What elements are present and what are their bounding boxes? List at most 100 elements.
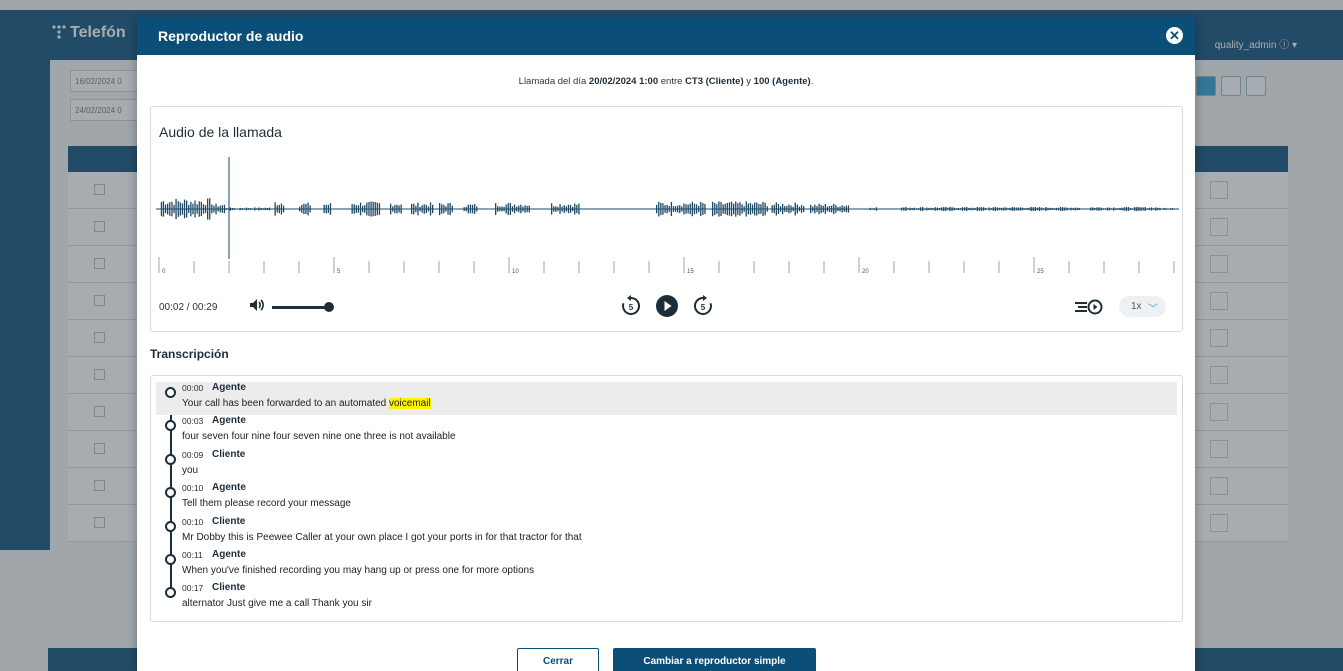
- waveform-bar: [368, 202, 370, 216]
- waveform-bar: [800, 205, 803, 213]
- entry-text: Tell them please record your message: [182, 498, 351, 510]
- transcript-entry[interactable]: 00:17 Cliente alternator Just give me a ca…: [156, 582, 1177, 615]
- audio-title: Audio de la llamada: [159, 124, 282, 140]
- waveform-bar: [392, 206, 394, 212]
- close-icon[interactable]: ✕: [1166, 27, 1183, 44]
- play-icon[interactable]: [655, 294, 679, 318]
- waveform-bar: [664, 205, 666, 213]
- waveform-bar: [693, 203, 696, 215]
- waveform[interactable]: 0 5 10 15 20 25: [156, 157, 1179, 287]
- waveform-bar: [439, 203, 441, 216]
- transcript-entry[interactable]: 00:00 Agente Your call has been forwarded …: [156, 382, 1177, 415]
- waveform-bar: [1100, 207, 1102, 211]
- svg-text:5: 5: [629, 303, 634, 312]
- waveform-bar: [968, 207, 970, 211]
- waveform-bar: [441, 204, 443, 214]
- waveform-bar: [788, 204, 790, 214]
- waveform-bar: [254, 207, 256, 211]
- switch-simple-player-button[interactable]: Cambiar a reproductor simple: [613, 648, 816, 671]
- timeline-label: 0: [162, 269, 166, 275]
- waveform-bar: [901, 207, 903, 211]
- entry-time[interactable]: 00:03: [182, 416, 203, 426]
- waveform-bar: [245, 207, 248, 211]
- waveform-bar: [204, 205, 207, 213]
- waveform-bar: [976, 206, 978, 212]
- transcript-entry[interactable]: 00:03 Agente four seven four nine four sev…: [156, 415, 1177, 448]
- waveform-bar: [1113, 207, 1115, 211]
- waveform-bar: [689, 203, 691, 215]
- waveform-bar: [309, 205, 311, 213]
- volume-knob[interactable]: [324, 302, 334, 312]
- waveform-bar: [474, 204, 476, 214]
- entry-text: Mr Dobby this is Peewee Caller at your o…: [182, 531, 582, 543]
- waveform-bar: [917, 208, 920, 210]
- waveform-bar: [1140, 207, 1142, 211]
- waveform-bar: [413, 203, 415, 215]
- waveform-bar: [1015, 207, 1018, 211]
- waveform-bar: [961, 207, 964, 211]
- entry-speaker: Agente: [212, 482, 246, 494]
- waveform-bar: [190, 201, 192, 217]
- timeline-dot: [165, 554, 176, 565]
- waveform-bar: [928, 207, 930, 211]
- waveform-bar: [996, 207, 999, 211]
- waveform-bar: [1121, 207, 1123, 211]
- waveform-bar: [751, 204, 754, 214]
- waveform-bar: [1153, 208, 1155, 210]
- waveform-bar: [1117, 208, 1119, 210]
- waveform-bar: [329, 203, 332, 215]
- waveform-bar: [1047, 207, 1049, 211]
- waveform-bar: [1059, 206, 1062, 212]
- waveform-bar: [691, 201, 693, 217]
- waveform-bar: [1062, 207, 1064, 211]
- transcript-entry[interactable]: 00:09 Cliente you: [156, 449, 1177, 482]
- rewind-5-icon[interactable]: 5: [619, 294, 643, 318]
- waveform-bar: [782, 203, 784, 215]
- waveform-bar: [307, 202, 309, 216]
- playback-speed-icon[interactable]: [1075, 299, 1105, 315]
- waveform-bar: [685, 204, 687, 214]
- waveform-bar: [503, 206, 505, 212]
- waveform-bar: [200, 201, 202, 217]
- waveform-bar: [241, 208, 243, 210]
- waveform-bar: [1104, 208, 1106, 210]
- waveform-bar: [443, 204, 445, 214]
- speed-select[interactable]: 1x ﹀: [1119, 296, 1166, 317]
- waveform-bar: [666, 204, 668, 214]
- waveform-bar: [198, 201, 200, 217]
- entry-time[interactable]: 00:00: [182, 383, 203, 393]
- waveform-bar: [754, 202, 756, 216]
- forward-5-icon[interactable]: 5: [691, 294, 715, 318]
- waveform-bar: [775, 202, 777, 216]
- waveform-bar: [803, 206, 805, 212]
- waveform-bar: [476, 206, 478, 212]
- entry-text: four seven four nine four seven nine one…: [182, 431, 456, 443]
- waveform-bar: [1017, 207, 1020, 211]
- waveform-bar: [1072, 208, 1074, 210]
- entry-time[interactable]: 00:09: [182, 450, 203, 460]
- waveform-bar: [760, 204, 762, 214]
- transcript-entry[interactable]: 00:10 Cliente Mr Dobby this is Peewee Call…: [156, 516, 1177, 549]
- waveform-bar: [1036, 207, 1039, 211]
- volume-icon[interactable]: [248, 296, 266, 314]
- entry-time[interactable]: 00:10: [182, 483, 203, 493]
- time-readout: 00:02 / 00:29: [159, 302, 218, 313]
- transcript-entry[interactable]: 00:10 Agente Tell them please record your …: [156, 482, 1177, 515]
- waveform-bar: [221, 205, 223, 213]
- waveform-bar: [843, 206, 845, 212]
- waveform-bar: [471, 204, 474, 214]
- waveform-bar: [756, 202, 758, 216]
- waveform-bar: [930, 207, 932, 211]
- entry-time[interactable]: 00:10: [182, 517, 203, 527]
- entry-time[interactable]: 00:11: [182, 550, 203, 560]
- waveform-bar: [167, 203, 169, 215]
- close-button[interactable]: Cerrar: [517, 648, 599, 671]
- waveform-bar: [325, 204, 327, 214]
- entry-time[interactable]: 00:17: [182, 583, 203, 593]
- volume-slider[interactable]: [272, 306, 327, 309]
- waveform-bar: [276, 205, 278, 213]
- waveform-bar: [875, 207, 878, 211]
- waveform-bar: [188, 204, 190, 213]
- transcript-entry[interactable]: 00:11 Agente When you've finished recordin…: [156, 549, 1177, 582]
- waveform-bar: [557, 206, 559, 212]
